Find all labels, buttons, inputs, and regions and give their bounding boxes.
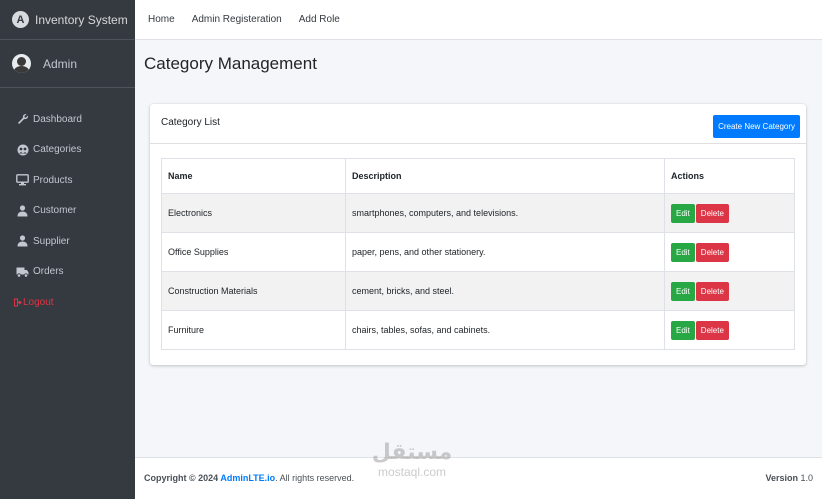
sidebar-item-label: Supplier [33, 235, 70, 247]
sidebar-item-supplier[interactable]: Supplier [0, 226, 135, 257]
user-name: Admin [43, 56, 78, 71]
group-icon [16, 144, 29, 156]
sidebar-item-label: Logout [23, 296, 54, 308]
row-actions: Edit Delete [664, 193, 795, 233]
main-footer: Copyright © 2024 AdminLTE.io. All rights… [135, 457, 822, 499]
category-description: paper, pens, and other stationery. [345, 232, 665, 272]
sidebar-item-dashboard[interactable]: Dashboard [0, 104, 135, 135]
version-label: Version [765, 473, 798, 483]
edit-button[interactable]: Edit [671, 281, 695, 301]
create-new-category-button[interactable]: Create New Category [713, 115, 800, 138]
wrench-icon [16, 113, 29, 125]
nav-link-admin-registeration[interactable]: Admin Registeration [192, 14, 282, 25]
user-panel[interactable]: Admin [0, 40, 135, 88]
column-header-actions: Actions [664, 158, 795, 194]
category-name: Construction Materials [161, 271, 346, 311]
category-name: Furniture [161, 310, 346, 350]
main-sidebar: A Inventory System Admin Dashboard Categ… [0, 0, 135, 499]
sidebar-item-label: Categories [33, 144, 82, 156]
category-table: Name Description Actions Electronics sma… [161, 158, 795, 350]
row-actions: Edit Delete [664, 310, 795, 350]
row-actions: Edit Delete [664, 232, 795, 272]
user-icon [16, 235, 29, 247]
sidebar-item-products[interactable]: Products [0, 165, 135, 196]
delete-button[interactable]: Delete [695, 281, 729, 301]
delete-button[interactable]: Delete [695, 203, 729, 223]
card-header: Category List Create New Category [150, 104, 806, 144]
edit-button[interactable]: Edit [671, 320, 695, 340]
sidebar-nav: Dashboard Categories Products Customer S… [0, 104, 135, 318]
top-navbar: Home Admin Registeration Add Role [135, 0, 822, 40]
brand-text: Inventory System [35, 12, 128, 27]
nav-link-add-role[interactable]: Add Role [299, 14, 340, 25]
category-name: Electronics [161, 193, 346, 233]
truck-icon [16, 266, 29, 278]
column-header-description: Description [345, 158, 665, 194]
table-row: Electronics smartphones, computers, and … [161, 193, 795, 233]
watermark-latin: mostaql.com [377, 465, 447, 479]
column-header-name: Name [161, 158, 346, 194]
sidebar-item-label: Orders [33, 266, 64, 278]
copyright-prefix: Copyright © 2024 [144, 473, 221, 483]
edit-button[interactable]: Edit [671, 242, 695, 262]
delete-button[interactable]: Delete [695, 242, 729, 262]
category-name: Office Supplies [161, 232, 346, 272]
sidebar-item-customer[interactable]: Customer [0, 196, 135, 227]
sidebar-item-label: Products [33, 174, 73, 186]
sidebar-item-label: Dashboard [33, 113, 82, 125]
sign-out-icon [14, 296, 23, 308]
table-header-row: Name Description Actions [161, 158, 795, 194]
table-row: Construction Materials cement, bricks, a… [161, 271, 795, 311]
table-row: Furniture chairs, tables, sofas, and cab… [161, 310, 795, 350]
sidebar-item-label: Customer [33, 205, 77, 217]
version-value: 1.0 [800, 473, 813, 483]
table-row: Office Supplies paper, pens, and other s… [161, 232, 795, 272]
sidebar-item-categories[interactable]: Categories [0, 135, 135, 166]
page-title: Category Management [144, 54, 317, 73]
nav-link-home[interactable]: Home [148, 14, 175, 25]
row-actions: Edit Delete [664, 271, 795, 311]
category-description: cement, bricks, and steel. [345, 271, 665, 311]
watermark: مستقل mostaql.com [357, 440, 467, 479]
edit-button[interactable]: Edit [671, 203, 695, 223]
sidebar-item-logout[interactable]: Logout [0, 287, 135, 318]
footer-brand-link[interactable]: AdminLTE.io [220, 473, 275, 483]
category-description: smartphones, computers, and televisions. [345, 193, 665, 233]
category-description: chairs, tables, sofas, and cabinets. [345, 310, 665, 350]
card-title: Category List [161, 117, 220, 128]
sidebar-item-orders[interactable]: Orders [0, 257, 135, 288]
avatar [12, 54, 31, 73]
brand-logo-icon: A [12, 11, 29, 28]
brand-link[interactable]: A Inventory System [0, 0, 135, 40]
footer-copyright: Copyright © 2024 AdminLTE.io. All rights… [144, 473, 354, 483]
footer-version: Version 1.0 [765, 473, 813, 483]
copyright-suffix: . All rights reserved. [275, 473, 355, 483]
desktop-icon [16, 174, 29, 186]
category-list-card: Category List Create New Category Name D… [150, 104, 806, 365]
watermark-arabic: مستقل [371, 440, 453, 465]
delete-button[interactable]: Delete [695, 320, 729, 340]
user-icon [16, 205, 29, 217]
